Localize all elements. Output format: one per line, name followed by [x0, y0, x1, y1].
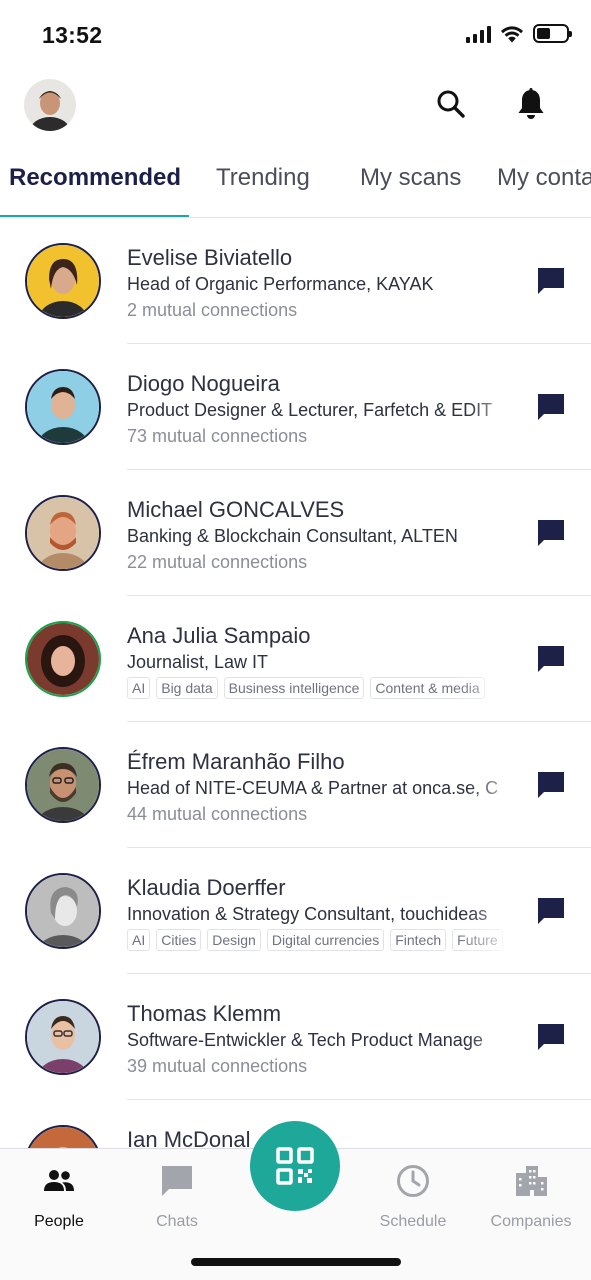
list-item[interactable]: Thomas Klemm Software-Entwickler & Tech …	[0, 974, 591, 1100]
clock-icon	[397, 1165, 429, 1197]
person-title: Software-Entwickler & Tech Product Manag…	[127, 1030, 483, 1050]
chat-icon	[162, 1166, 192, 1196]
person-title: Head of NITE-CEUMA & Partner at onca.se,…	[127, 778, 499, 798]
scan-qr-button[interactable]	[250, 1121, 340, 1211]
interest-tag: Fintech	[390, 929, 447, 951]
interest-tag: Digital currencies	[266, 929, 385, 951]
interest-tag: Design	[207, 929, 261, 951]
interest-tag: AI	[127, 929, 151, 951]
message-icon[interactable]	[535, 391, 567, 423]
person-info: Michael GONCALVES Banking & Blockchain C…	[127, 496, 527, 576]
mutual-connections: 22 mutual connections	[127, 552, 308, 572]
status-bar: 13:52	[0, 0, 591, 70]
signal-icon	[466, 25, 491, 43]
people-list[interactable]: Evelise Biviatello Head of Organic Perfo…	[0, 218, 591, 1148]
list-item[interactable]: Diogo Nogueira Product Designer & Lectur…	[0, 344, 591, 470]
message-icon[interactable]	[535, 769, 567, 801]
status-time: 13:52	[42, 22, 103, 48]
message-icon[interactable]	[535, 1021, 567, 1053]
interest-tag: Big data	[156, 677, 218, 699]
message-icon[interactable]	[535, 643, 567, 675]
avatar[interactable]	[25, 873, 101, 949]
nav-schedule[interactable]: Schedule	[354, 1163, 472, 1231]
person-info: Thomas Klemm Software-Entwickler & Tech …	[127, 1000, 527, 1080]
message-icon[interactable]	[535, 517, 567, 549]
header	[0, 70, 591, 138]
search-button[interactable]	[433, 86, 469, 122]
message-icon[interactable]	[535, 895, 567, 927]
interest-tag: Future	[452, 929, 503, 951]
interest-tags: AI Cities Design Digital currencies Fint…	[127, 929, 527, 951]
person-name: Éfrem Maranhão Filho	[127, 749, 345, 774]
person-title: Head of Organic Performance, KAYAK	[127, 274, 434, 294]
person-title: Product Designer & Lecturer, Farfetch & …	[127, 400, 493, 420]
list-item[interactable]: Michael GONCALVES Banking & Blockchain C…	[0, 470, 591, 596]
people-icon	[44, 1170, 74, 1191]
nav-label: Schedule	[379, 1213, 447, 1230]
tab-trending[interactable]: Trending	[216, 164, 310, 217]
home-indicator	[191, 1258, 401, 1266]
tab-my-contacts[interactable]: My conta	[497, 164, 591, 217]
interest-tag: Content & media	[370, 677, 485, 699]
person-name: Diogo Nogueira	[127, 371, 280, 396]
mutual-connections: 73 mutual connections	[127, 426, 308, 446]
person-name: Klaudia Doerffer	[127, 875, 286, 900]
person-info: Éfrem Maranhão Filho Head of NITE-CEUMA …	[127, 748, 527, 828]
nav-companies[interactable]: Companies	[472, 1163, 590, 1231]
mutual-connections: 39 mutual connections	[127, 1056, 308, 1076]
tab-my-scans[interactable]: My scans	[360, 164, 461, 217]
person-info: Evelise Biviatello Head of Organic Perfo…	[127, 244, 527, 324]
avatar[interactable]	[25, 243, 101, 319]
wifi-icon	[501, 25, 523, 42]
list-item[interactable]: Ana Julia Sampaio Journalist, Law IT AI …	[0, 596, 591, 722]
bell-icon	[518, 88, 544, 119]
avatar[interactable]	[25, 495, 101, 571]
tab-recommended[interactable]: Recommended	[9, 164, 181, 217]
avatar[interactable]	[25, 747, 101, 823]
mutual-connections: 44 mutual connections	[127, 804, 308, 824]
avatar-bg	[27, 1127, 99, 1148]
message-icon[interactable]	[535, 265, 567, 297]
interest-tag: Business intelligence	[223, 677, 365, 699]
avatar[interactable]	[25, 621, 101, 697]
nav-label: Companies	[490, 1213, 572, 1230]
avatar[interactable]	[25, 999, 101, 1075]
person-info: Klaudia Doerffer Innovation & Strategy C…	[127, 874, 527, 951]
qr-code-icon	[276, 1147, 314, 1185]
person-title: Innovation & Strategy Consultant, touchi…	[127, 904, 488, 924]
nav-label: Chats	[156, 1213, 198, 1230]
person-info: Ana Julia Sampaio Journalist, Law IT AI …	[127, 622, 527, 699]
battery-icon	[533, 24, 572, 43]
person-info: Diogo Nogueira Product Designer & Lectur…	[127, 370, 527, 450]
avatar[interactable]	[25, 1125, 101, 1148]
nav-chats[interactable]: Chats	[118, 1163, 236, 1231]
person-name: Evelise Biviatello	[127, 245, 293, 270]
interest-tag: Cities	[156, 929, 202, 951]
avatar[interactable]	[25, 369, 101, 445]
profile-avatar[interactable]	[24, 79, 76, 131]
list-item[interactable]: Éfrem Maranhão Filho Head of NITE-CEUMA …	[0, 722, 591, 848]
interest-tag: AI	[127, 677, 151, 699]
search-icon	[437, 90, 465, 118]
list-item[interactable]: Evelise Biviatello Head of Organic Perfo…	[0, 218, 591, 344]
nav-label: People	[34, 1213, 84, 1230]
person-title: Banking & Blockchain Consultant, ALTEN	[127, 526, 458, 546]
notifications-button[interactable]	[513, 86, 549, 122]
status-icons	[466, 24, 572, 43]
person-name: Ana Julia Sampaio	[127, 623, 311, 648]
person-name: Michael GONCALVES	[127, 497, 345, 522]
tab-bar: Recommended Trending My scans My conta	[0, 148, 591, 218]
interest-tags: AI Big data Business intelligence Conten…	[127, 677, 527, 699]
person-name: Thomas Klemm	[127, 1001, 282, 1026]
nav-people[interactable]: People	[0, 1163, 118, 1231]
building-icon	[516, 1166, 547, 1196]
person-title: Journalist, Law IT	[127, 652, 269, 672]
mutual-connections: 2 mutual connections	[127, 300, 298, 320]
list-item[interactable]: Klaudia Doerffer Innovation & Strategy C…	[0, 848, 591, 974]
